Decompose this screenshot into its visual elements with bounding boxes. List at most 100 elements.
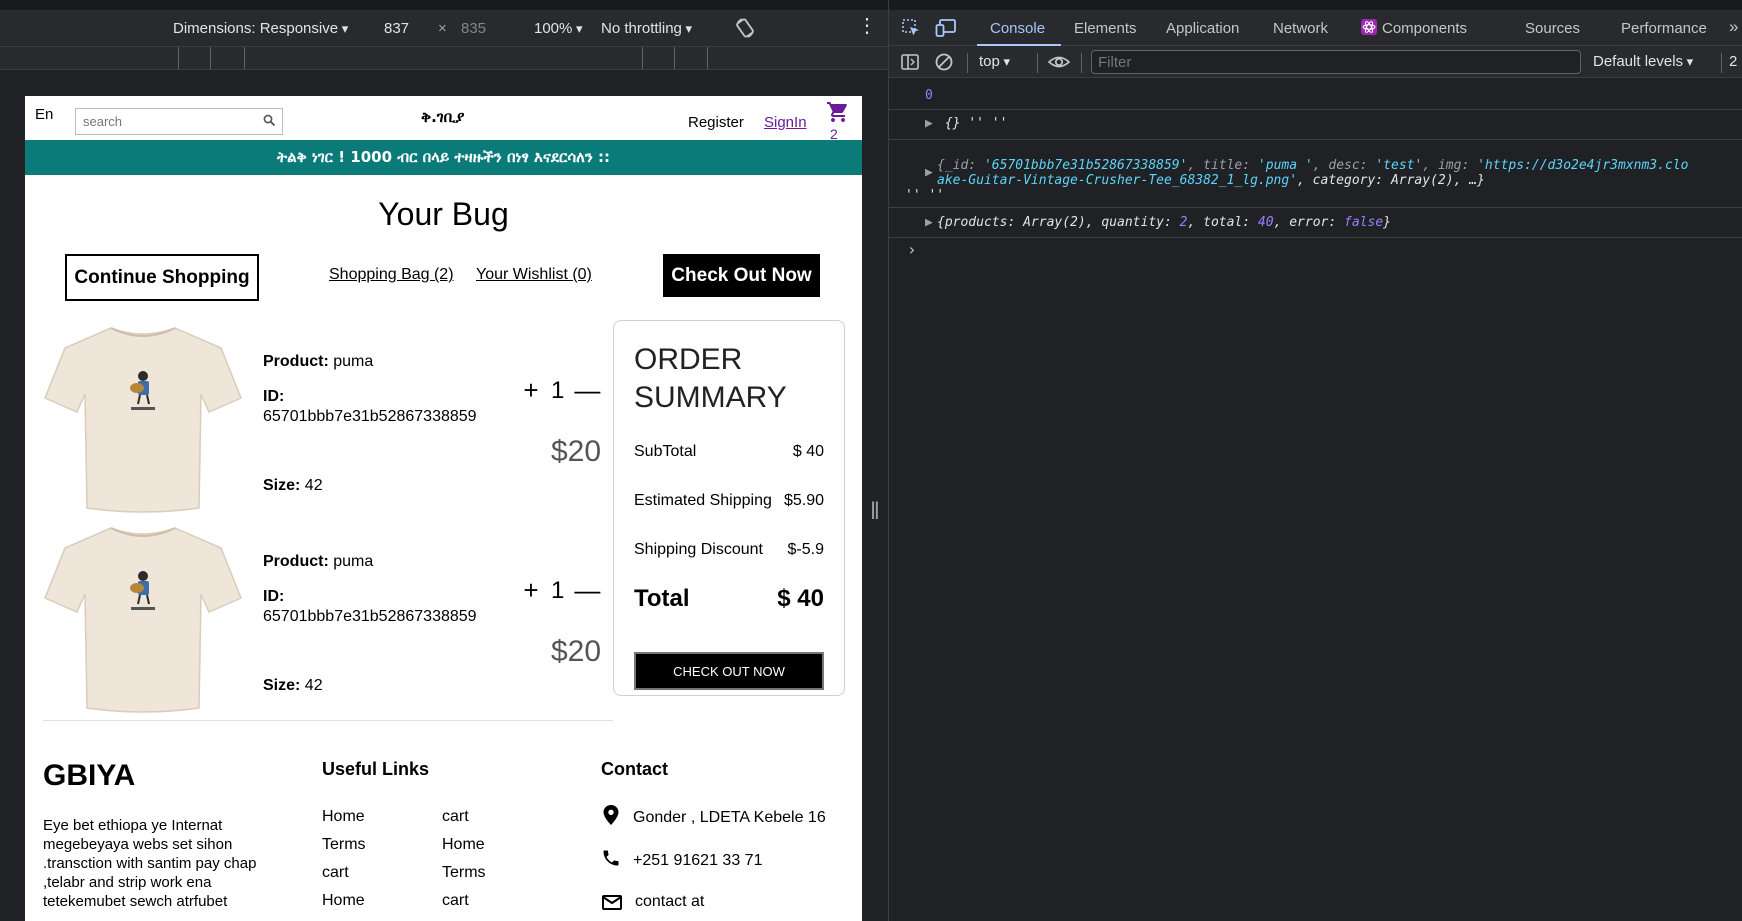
console-message[interactable]: ▶ {_id: '65701bbb7e31b52867338859', title…: [889, 152, 1742, 208]
footer-description: Eye bet ethiopa ye Internat megebeyaya w…: [43, 817, 257, 910]
summary-checkout-button[interactable]: CHECK OUT NOW: [634, 652, 824, 690]
log-object-part: ake-Guitar-Vintage-Crusher-Tee_68382_1_l…: [937, 173, 1298, 188]
context-select[interactable]: top: [979, 53, 1010, 70]
footer-link[interactable]: Home: [322, 808, 442, 826]
decrease-quantity-button[interactable]: —: [574, 575, 600, 606]
language-selector[interactable]: En: [35, 106, 53, 123]
tab-performance[interactable]: Performance: [1621, 20, 1707, 37]
throttling-select[interactable]: No throttling: [601, 20, 692, 37]
more-options-icon[interactable]: ⋮: [857, 16, 877, 36]
checkout-now-button[interactable]: Check Out Now: [663, 254, 820, 297]
footer-link[interactable]: Terms: [442, 864, 562, 882]
signin-link[interactable]: SignIn: [764, 114, 807, 131]
quantity-stepper: + 1 —: [521, 575, 600, 606]
register-link[interactable]: Register: [688, 114, 744, 131]
sidebar-toggle-icon[interactable]: [900, 52, 920, 77]
footer-link[interactable]: Home: [322, 892, 442, 910]
search-icon[interactable]: [263, 114, 276, 132]
issues-count[interactable]: 2: [1729, 53, 1737, 70]
log-levels-select[interactable]: Default levels: [1593, 53, 1693, 70]
console-filter-input[interactable]: [1091, 50, 1581, 74]
product-size: Size: 42: [263, 677, 323, 695]
cart-icon[interactable]: [826, 100, 850, 129]
search-box: [75, 108, 283, 135]
tab-application[interactable]: Application: [1166, 20, 1239, 37]
log-empty-string: '' '': [968, 116, 1008, 131]
resize-handle-icon[interactable]: ‖: [870, 498, 880, 532]
separator: [1037, 53, 1038, 73]
expand-arrow-icon[interactable]: ▶: [925, 215, 937, 230]
footer-link[interactable]: cart: [322, 864, 442, 882]
log-state-part: false: [1344, 215, 1384, 230]
tab-console[interactable]: Console: [990, 20, 1045, 37]
divider: [43, 720, 613, 721]
device-emulation-pane: Dimensions: Responsive 837 × 835 100% No…: [0, 0, 888, 921]
size-label: Size:: [263, 477, 301, 494]
continue-shopping-button[interactable]: Continue Shopping: [65, 254, 259, 301]
footer-link[interactable]: cart: [442, 808, 562, 826]
product-image[interactable]: [43, 520, 243, 723]
rotate-icon[interactable]: [734, 17, 756, 43]
discount-row: Shipping Discount $-5.9: [634, 541, 824, 559]
useful-links-list: Home cart Terms Home cart Terms Home car…: [322, 808, 562, 910]
search-input[interactable]: [76, 109, 256, 134]
console-message: 0: [889, 84, 1742, 110]
product-label: Product:: [263, 353, 329, 370]
console-message[interactable]: ▶ {products: Array(2), quantity: 2, total…: [889, 208, 1742, 238]
contact-title: Contact: [601, 759, 668, 779]
tab-elements[interactable]: Elements: [1074, 20, 1137, 37]
tab-sources[interactable]: Sources: [1525, 20, 1580, 37]
phone-text: +251 91621 33 71: [633, 851, 763, 869]
more-tabs-icon[interactable]: »: [1729, 17, 1738, 37]
increase-quantity-button[interactable]: +: [521, 575, 541, 606]
footer-link[interactable]: Home: [442, 836, 562, 854]
width-input[interactable]: 837: [384, 20, 409, 37]
separator: [1721, 53, 1722, 73]
console-prompt-icon[interactable]: ›: [907, 240, 917, 259]
footer-link[interactable]: cart: [442, 892, 562, 910]
height-input[interactable]: 835: [461, 20, 486, 37]
console-message[interactable]: ▶ {} '' '': [889, 110, 1742, 140]
devtools-top-strip: [889, 0, 1742, 10]
tab-components[interactable]: Components: [1382, 20, 1467, 37]
log-object-part: , category: Array(2), …}: [1297, 173, 1485, 188]
log-state-part: , error:: [1273, 215, 1345, 230]
device-toggle-icon[interactable]: [935, 18, 957, 42]
product-image[interactable]: [43, 320, 243, 523]
shopping-bag-link[interactable]: Shopping Bag (2): [329, 266, 454, 284]
log-state-part: 40: [1257, 215, 1274, 230]
total-label: Total: [634, 585, 690, 612]
product-name: Product: puma: [263, 353, 373, 371]
dimensions-select[interactable]: Dimensions: Responsive: [173, 20, 348, 37]
increase-quantity-button[interactable]: +: [521, 375, 541, 406]
expand-arrow-icon[interactable]: ▶: [925, 116, 937, 131]
product-price: $20: [551, 635, 602, 668]
footer-link[interactable]: Terms: [322, 836, 442, 854]
product-name-value: puma: [333, 353, 374, 370]
log-object-part: , desc:: [1312, 158, 1376, 173]
decrease-quantity-button[interactable]: —: [574, 375, 600, 406]
expand-arrow-icon[interactable]: ▶: [925, 165, 937, 180]
zoom-select[interactable]: 100%: [534, 20, 583, 37]
site-logo[interactable]: ቅ.ገቢያ: [421, 108, 464, 126]
console-toolbar: top Default levels 2: [889, 46, 1742, 78]
tab-network[interactable]: Network: [1273, 20, 1328, 37]
location-pin-icon: [601, 804, 621, 831]
log-object-part: '65701bbb7e31b52867338859': [983, 158, 1188, 173]
product-id: ID: 65701bbb7e31b52867338859: [263, 387, 477, 427]
react-components-icon: [1361, 19, 1377, 39]
footer: GBIYA Eye bet ethiopa ye Internat megebe…: [25, 736, 862, 921]
phone-icon: [601, 848, 621, 873]
eye-icon[interactable]: [1047, 52, 1071, 77]
quantity-stepper: + 1 —: [521, 375, 600, 406]
useful-links-title: Useful Links: [322, 759, 430, 779]
window-top-strip: [0, 0, 888, 10]
wishlist-link[interactable]: Your Wishlist (0): [476, 266, 592, 284]
inspect-element-icon[interactable]: [901, 18, 921, 42]
log-object-part: {_id:: [937, 158, 984, 173]
address-text: Gonder , LDETA Kebele 16: [633, 808, 826, 826]
clear-console-icon[interactable]: [934, 52, 954, 77]
log-state-part: }: [1383, 215, 1391, 230]
log-empty-object: {}: [944, 116, 961, 131]
log-object-part: '' '': [905, 188, 945, 203]
